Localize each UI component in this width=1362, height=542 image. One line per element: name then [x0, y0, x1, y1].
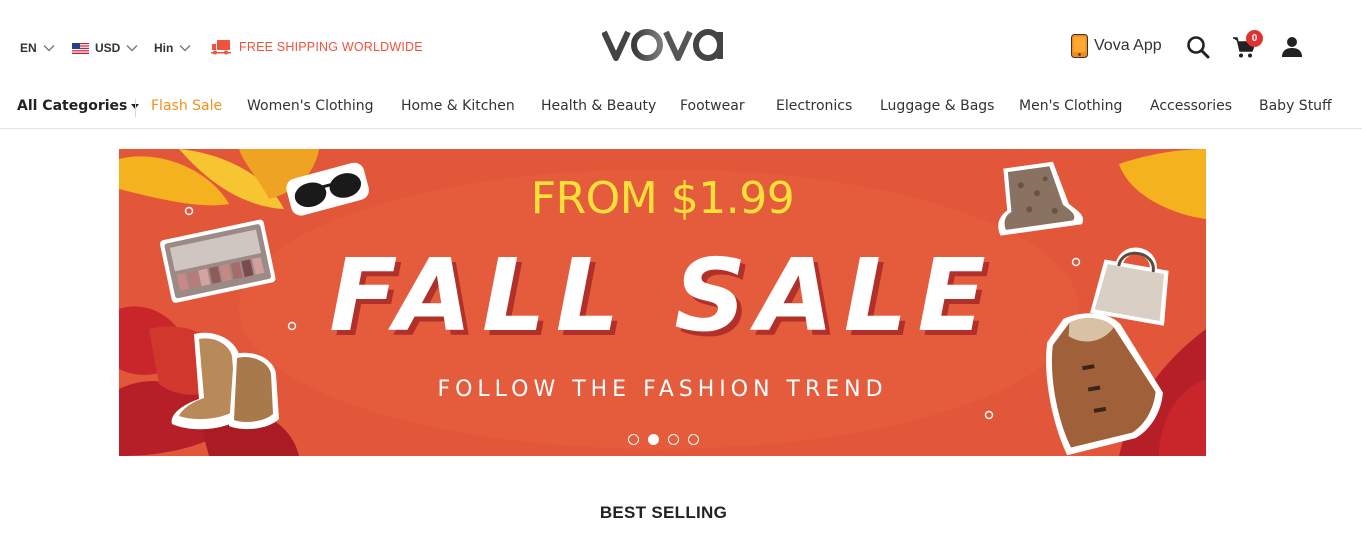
carousel-indicators	[628, 434, 699, 445]
chevron-down-icon	[126, 45, 138, 52]
app-label: Vova App	[1094, 37, 1162, 54]
banner-title: FALL SALE	[329, 237, 996, 354]
vova-logo[interactable]	[602, 24, 726, 64]
cart-count-badge: 0	[1246, 30, 1263, 47]
language-selector[interactable]: EN	[20, 40, 55, 56]
search-icon[interactable]	[1185, 34, 1211, 60]
language-label: EN	[20, 41, 37, 55]
carousel-dot[interactable]	[628, 434, 639, 445]
location-selector[interactable]: Hin	[154, 40, 191, 56]
banner-subtitle: FOLLOW THE FASHION TREND	[437, 377, 888, 402]
us-flag-icon	[72, 42, 89, 54]
nav-item-mens-clothing[interactable]: Men's Clothing	[1019, 98, 1122, 114]
free-shipping-banner[interactable]: FREE SHIPPING WORLDWIDE	[211, 38, 423, 56]
hero-banner[interactable]: FROM $1.99 FALL SALE FOLLOW THE FASHION …	[119, 149, 1206, 456]
phone-icon	[1071, 34, 1088, 58]
app-download-link[interactable]: Vova App	[1071, 34, 1162, 58]
all-categories-dropdown[interactable]: All Categories	[17, 98, 140, 114]
chevron-down-icon	[43, 45, 55, 52]
carousel-dot[interactable]	[688, 434, 699, 445]
best-selling-heading: BEST SELLING	[599, 503, 728, 522]
top-bar: EN USD Hin FREE SHIPPING WORLDWIDE Vova …	[0, 0, 1362, 90]
location-label: Hin	[154, 41, 174, 55]
nav-item-accessories[interactable]: Accessories	[1150, 98, 1232, 114]
nav-item-baby-stuff[interactable]: Baby Stuff	[1259, 98, 1332, 114]
nav-item-womens-clothing[interactable]: Women's Clothing	[247, 98, 374, 114]
chevron-down-icon	[179, 45, 191, 52]
currency-selector[interactable]: USD	[72, 40, 138, 56]
user-icon[interactable]	[1279, 34, 1305, 60]
nav-item-luggage-bags[interactable]: Luggage & Bags	[880, 98, 994, 114]
carousel-dot[interactable]	[668, 434, 679, 445]
currency-label: USD	[95, 41, 121, 55]
nav-item-electronics[interactable]: Electronics	[776, 98, 852, 114]
truck-icon	[211, 40, 231, 55]
nav-item-footwear[interactable]: Footwear	[680, 98, 745, 114]
all-categories-label: All Categories	[17, 98, 128, 114]
banner-price-headline: FROM $1.99	[530, 173, 795, 224]
nav-item-health-beauty[interactable]: Health & Beauty	[541, 98, 656, 114]
free-shipping-text: FREE SHIPPING WORLDWIDE	[239, 40, 423, 54]
category-nav: All Categories Flash Sale Women's Clothi…	[0, 94, 1362, 129]
nav-item-home-kitchen[interactable]: Home & Kitchen	[401, 98, 515, 114]
nav-divider	[135, 99, 136, 117]
nav-item-flash-sale[interactable]: Flash Sale	[151, 98, 222, 114]
carousel-dot-active[interactable]	[648, 434, 659, 445]
